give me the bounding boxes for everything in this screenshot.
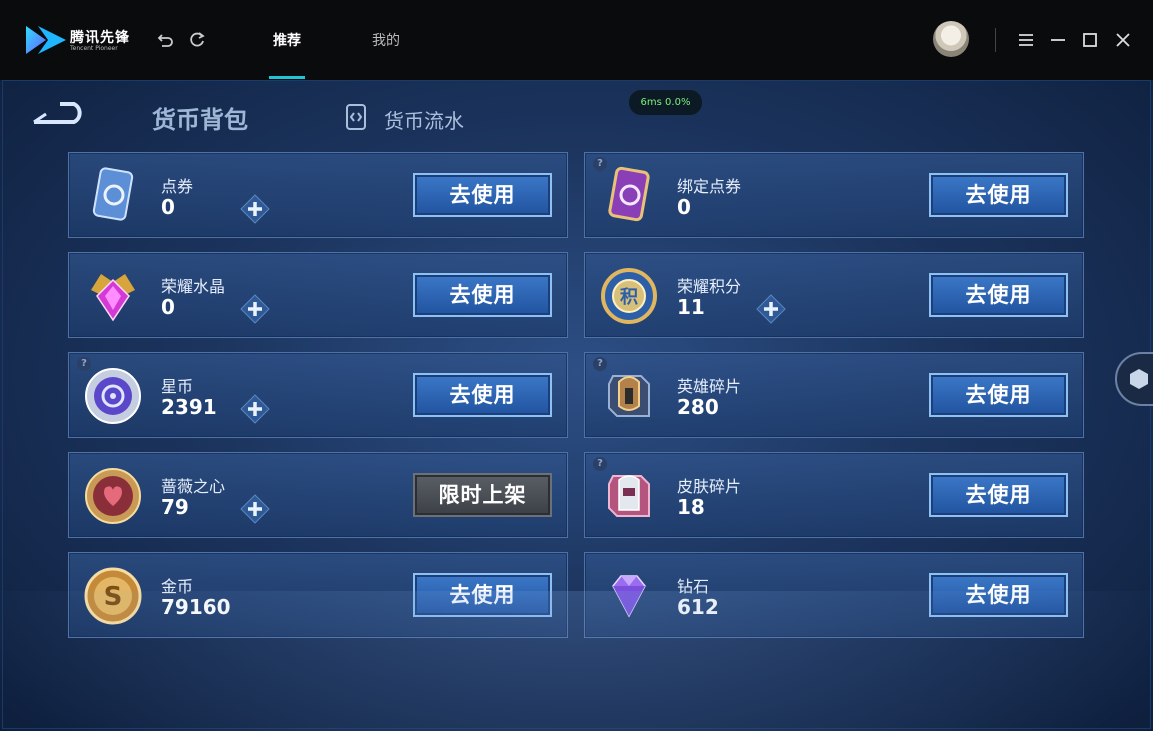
use-button[interactable]: 去使用 (929, 273, 1068, 317)
brand-name: 腾讯先锋 (70, 30, 130, 46)
currency-card-coupon: 点券 0 去使用 (68, 152, 568, 238)
currency-name: 皮肤碎片 (677, 477, 742, 496)
star-coin-icon (85, 368, 141, 424)
currency-value: 612 (677, 595, 719, 619)
divider (995, 28, 996, 52)
bound-coupon-icon (608, 166, 650, 222)
hexagon-icon (1130, 369, 1148, 389)
currency-name: 英雄碎片 (677, 377, 742, 396)
use-button[interactable]: 去使用 (929, 373, 1068, 417)
app-logo-icon (26, 26, 66, 54)
glory-points-icon: 积 (601, 268, 657, 324)
active-tab-indicator (269, 76, 305, 79)
minimize-icon[interactable] (1048, 30, 1068, 50)
currency-name: 金币 (161, 577, 194, 596)
svg-text:S: S (104, 582, 123, 612)
currency-card-star-coin: ? 星币 2391 去使用 (68, 352, 568, 438)
currency-value: 280 (677, 395, 719, 419)
currency-value: 0 (161, 295, 175, 319)
refresh-icon[interactable] (187, 30, 207, 50)
rose-heart-icon (85, 468, 141, 524)
gold-coin-icon: S (84, 567, 142, 625)
currency-flow-link[interactable]: 货币流水 (384, 105, 464, 134)
add-icon[interactable] (239, 293, 271, 325)
currency-name: 钻石 (677, 577, 710, 596)
glory-crystal-icon (91, 274, 135, 322)
currency-name: 点券 (161, 177, 194, 196)
use-button[interactable]: 去使用 (929, 173, 1068, 217)
svg-text:积: 积 (620, 287, 638, 308)
add-icon[interactable] (239, 193, 271, 225)
menu-icon[interactable] (1016, 30, 1036, 50)
currency-name: 绑定点券 (677, 177, 742, 196)
game-view: 货币背包 货币流水 6ms 0.0% 点券 0 去使用 ? 绑定点券 0 去使用 (0, 80, 1153, 731)
skin-fragment-icon (608, 475, 650, 517)
currency-value: 79160 (161, 595, 231, 619)
currency-card-hero-fragment: ? 英雄碎片 280 去使用 (584, 352, 1084, 438)
add-icon[interactable] (239, 393, 271, 425)
currency-name: 荣耀积分 (677, 277, 742, 296)
use-button[interactable]: 去使用 (929, 573, 1068, 617)
currency-name: 荣耀水晶 (161, 277, 226, 296)
use-button[interactable]: 去使用 (413, 173, 552, 217)
tab-recommend[interactable]: 推荐 (273, 30, 301, 50)
currency-value: 18 (677, 495, 705, 519)
currency-name: 星币 (161, 377, 194, 396)
currency-card-rose-heart: 蔷薇之心 79 限时上架 (68, 452, 568, 538)
currency-card-diamond: 钻石 612 去使用 (584, 552, 1084, 638)
currency-value: 0 (161, 195, 175, 219)
side-drawer-handle[interactable] (1115, 352, 1153, 406)
currency-card-skin-fragment: ? 皮肤碎片 18 去使用 (584, 452, 1084, 538)
currency-value: 79 (161, 495, 189, 519)
currency-name: 蔷薇之心 (161, 477, 226, 496)
add-icon[interactable] (239, 493, 271, 525)
tab-mine[interactable]: 我的 (372, 30, 400, 50)
page-title: 货币背包 (152, 106, 248, 134)
coupon-icon (92, 167, 134, 221)
use-button[interactable]: 去使用 (413, 373, 552, 417)
currency-value: 11 (677, 295, 705, 319)
currency-flow-icon[interactable] (343, 103, 369, 131)
use-button[interactable]: 去使用 (413, 273, 552, 317)
perf-indicator: 6ms 0.0% (629, 90, 702, 115)
diamond-icon (612, 575, 646, 618)
brand-subtitle: Tencent Pioneer (70, 45, 118, 52)
maximize-icon[interactable] (1080, 30, 1100, 50)
currency-card-glory-crystal: 荣耀水晶 0 去使用 (68, 252, 568, 338)
currency-card-glory-points: 积 荣耀积分 11 去使用 (584, 252, 1084, 338)
back-icon[interactable] (156, 30, 176, 50)
return-icon[interactable] (30, 100, 90, 132)
close-icon[interactable] (1113, 30, 1133, 50)
currency-card-gold-coin: S 金币 79160 去使用 (68, 552, 568, 638)
title-bar: 腾讯先锋 Tencent Pioneer 推荐 我的 (0, 0, 1153, 80)
limited-time-button[interactable]: 限时上架 (413, 473, 552, 517)
currency-card-bound-coupon: ? 绑定点券 0 去使用 (584, 152, 1084, 238)
use-button[interactable]: 去使用 (413, 573, 552, 617)
currency-value: 0 (677, 195, 691, 219)
currency-value: 2391 (161, 395, 217, 419)
use-button[interactable]: 去使用 (929, 473, 1068, 517)
add-icon[interactable] (755, 293, 787, 325)
hero-fragment-icon (608, 375, 650, 417)
avatar[interactable] (933, 21, 969, 57)
